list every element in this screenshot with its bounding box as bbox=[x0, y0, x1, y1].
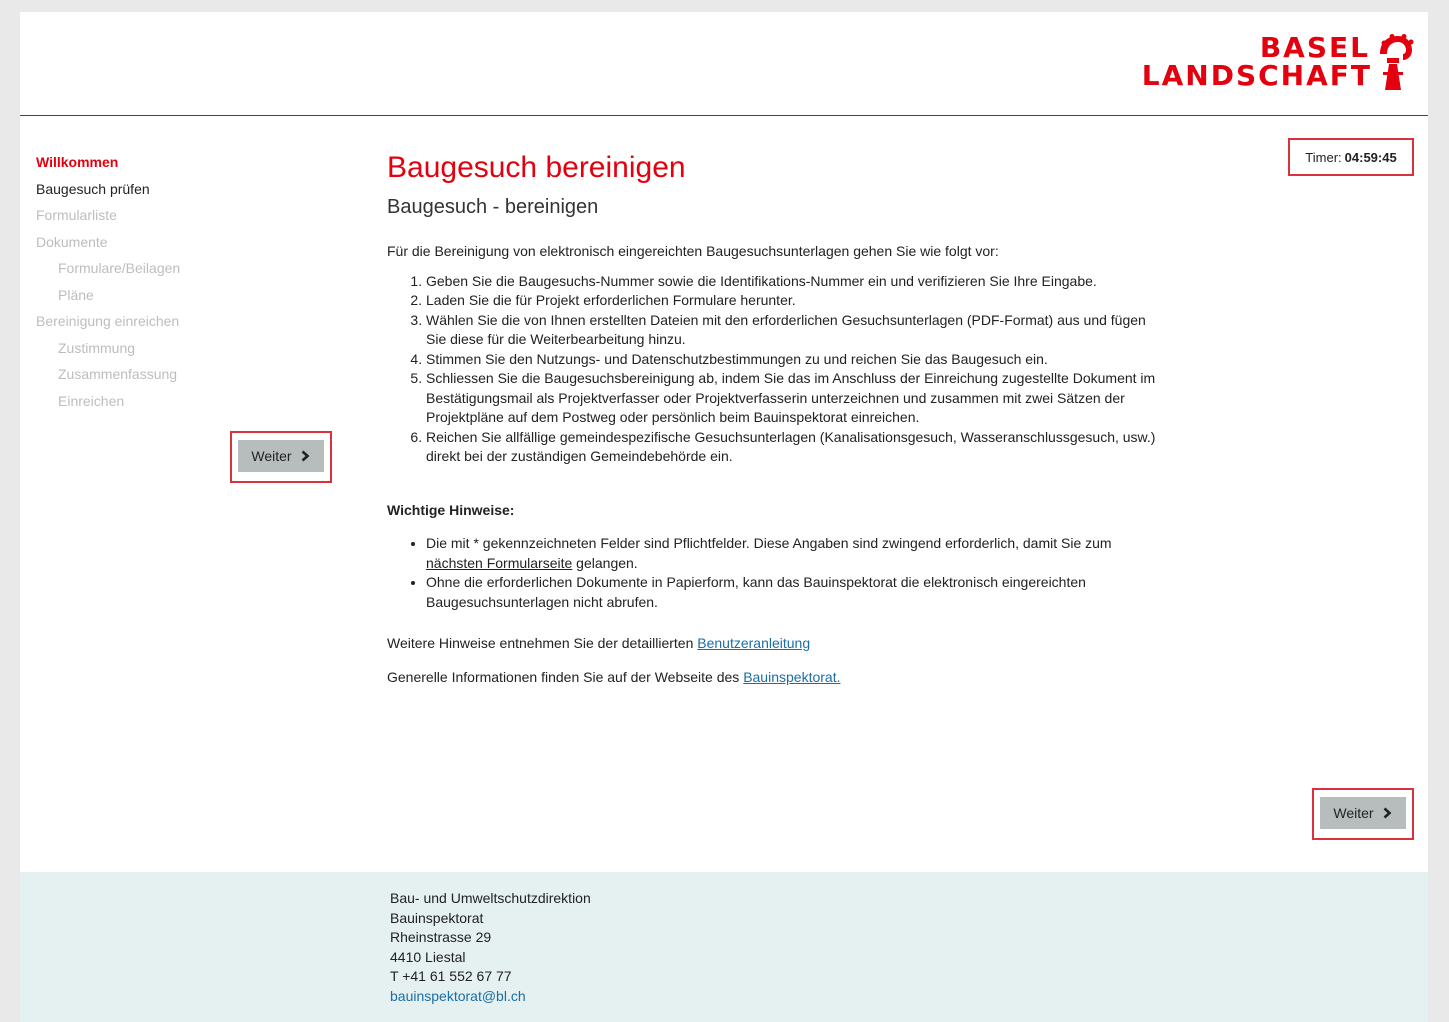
footer-street: Rheinstrasse 29 bbox=[390, 929, 492, 945]
hint-item: Die mit * gekennzeichneten Felder sind P… bbox=[426, 534, 1167, 573]
step-item: Reichen Sie allfällige gemeindespezifisc… bbox=[426, 428, 1167, 467]
bauinspektorat-link[interactable]: Bauinspektorat. bbox=[743, 669, 840, 685]
intro-text: Für die Bereinigung von elektronisch ein… bbox=[387, 243, 999, 259]
manual-text: Weitere Hinweise entnehmen Sie der detai… bbox=[387, 635, 698, 651]
sidebar-next-button[interactable]: Weiter bbox=[238, 440, 324, 472]
hint-underlined-text: nächsten Formularseite bbox=[426, 554, 573, 571]
timer-label: Timer: bbox=[1305, 149, 1342, 165]
hint-text: gelangen. bbox=[572, 554, 638, 571]
manual-paragraph: Weitere Hinweise entnehmen Sie der detai… bbox=[387, 634, 1167, 654]
timer-value: 04:59:45 bbox=[1344, 149, 1397, 165]
step-item: Laden Sie die für Projekt erforderlichen… bbox=[426, 291, 1167, 311]
steps-list: Geben Sie die Baugesuchs-Nummer sowie di… bbox=[387, 272, 1167, 467]
hint-text: Die mit * gekennzeichneten Felder sind P… bbox=[426, 535, 1112, 551]
footer-address: Bau- und Umweltschutzdirektion Bauinspek… bbox=[390, 889, 591, 1006]
sidebar-item-einreichen: Einreichen bbox=[58, 392, 125, 409]
sidebar-item-zusammenfassung: Zusammenfassung bbox=[58, 366, 178, 382]
footer-dept: Bauinspektorat bbox=[390, 909, 484, 926]
sidebar-item-formulare-beilagen: Formulare/Beilagen bbox=[58, 260, 181, 276]
footer-org: Bau- und Umweltschutzdirektion bbox=[390, 890, 591, 906]
step-item: Schliessen Sie die Baugesuchsbereinigung… bbox=[426, 369, 1167, 428]
footer: Bau- und Umweltschutzdirektion Bauinspek… bbox=[20, 872, 1428, 1022]
footer-city: 4410 Liestal bbox=[390, 948, 466, 965]
step-item: Wählen Sie die von Ihnen erstellten Date… bbox=[426, 311, 1167, 350]
sidebar-item-willkommen[interactable]: Willkommen bbox=[36, 149, 236, 176]
next-button-label: Weiter bbox=[251, 448, 292, 464]
chevron-right-icon bbox=[301, 450, 310, 462]
hints-title: Wichtige Hinweise: bbox=[387, 501, 515, 518]
page: BASEL LANDSCHAFT Willkommen Baugesuch pr… bbox=[20, 12, 1428, 1022]
next-button-label: Weiter bbox=[1333, 805, 1374, 821]
info-paragraph: Generelle Informationen finden Sie auf d… bbox=[387, 668, 1167, 688]
logo-line-2: LANDSCHAFT bbox=[1141, 59, 1372, 92]
step-item: Geben Sie die Baugesuchs-Nummer sowie di… bbox=[426, 272, 1167, 292]
chevron-right-icon bbox=[1383, 807, 1392, 819]
sidebar-item-baugesuch-pruefen[interactable]: Baugesuch prüfen bbox=[36, 176, 236, 203]
footer-phone: T +41 61 552 67 77 bbox=[390, 968, 512, 984]
main-content: Baugesuch bereinigen Baugesuch - bereini… bbox=[387, 150, 1167, 687]
main-next-button[interactable]: Weiter bbox=[1320, 797, 1406, 829]
benutzeranleitung-link[interactable]: Benutzeranleitung bbox=[697, 635, 810, 651]
step-item: Stimmen Sie den Nutzungs- und Datenschut… bbox=[426, 350, 1167, 370]
sidebar-item-plaene: Pläne bbox=[58, 286, 94, 303]
sidebar-item-formularliste: Formularliste bbox=[36, 207, 117, 223]
hints-list: Die mit * gekennzeichneten Felder sind P… bbox=[387, 534, 1167, 612]
timer: Timer: 04:59:45 bbox=[1288, 138, 1414, 176]
header: BASEL LANDSCHAFT bbox=[20, 12, 1428, 116]
sidebar-item-zustimmung: Zustimmung bbox=[58, 339, 136, 356]
info-text: Generelle Informationen finden Sie auf d… bbox=[387, 668, 744, 685]
page-subtitle: Baugesuch - bereinigen bbox=[387, 196, 599, 218]
footer-email-link[interactable]: bauinspektorat@bl.ch bbox=[390, 988, 526, 1004]
sidebar-item-bereinigung-einreichen: Bereinigung einreichen bbox=[36, 313, 180, 329]
page-title: Baugesuch bereinigen bbox=[387, 151, 686, 184]
hint-item: Ohne die erforderlichen Dokumente in Pap… bbox=[426, 573, 1167, 612]
basel-landschaft-logo[interactable]: BASEL LANDSCHAFT bbox=[1142, 31, 1414, 92]
logo-line-1: BASEL bbox=[1259, 31, 1370, 64]
crozier-icon bbox=[1380, 34, 1414, 90]
sidebar-item-dokumente: Dokumente bbox=[36, 233, 108, 250]
sidebar-nav: Willkommen Baugesuch prüfen Formularlist… bbox=[36, 149, 236, 414]
